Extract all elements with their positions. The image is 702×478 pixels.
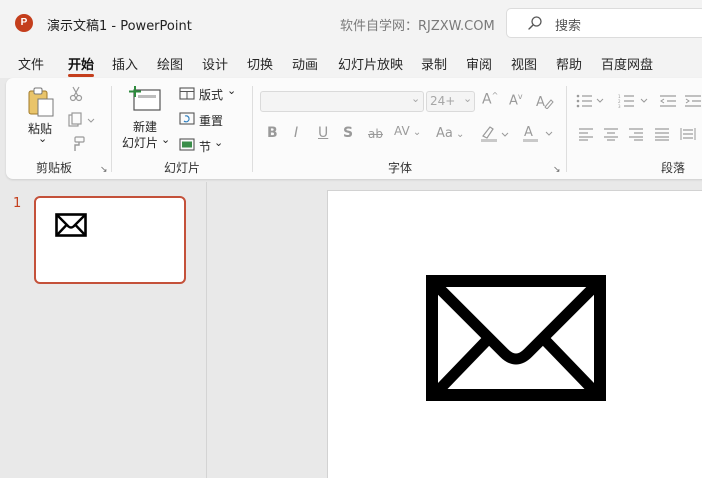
font-size-select[interactable]: 24+ ⌄: [426, 91, 475, 112]
align-right-icon[interactable]: [628, 127, 644, 141]
slide-thumbnail-pane: 1: [0, 182, 207, 478]
section-button[interactable]: 节: [199, 138, 211, 155]
tab-home[interactable]: 开始: [68, 54, 94, 73]
numbering-icon[interactable]: 1 2 3: [618, 94, 650, 108]
tab-insert[interactable]: 插入: [112, 54, 138, 73]
search-input[interactable]: 搜索: [506, 8, 702, 38]
search-placeholder: 搜索: [555, 19, 582, 34]
ribbon-tabs: 文件 开始 插入 绘图 设计 切换 动画 幻灯片放映 录制 审阅 视图 帮助 百…: [0, 47, 702, 78]
tab-help[interactable]: 帮助: [556, 54, 582, 73]
increase-font-size-icon[interactable]: A^: [482, 91, 498, 108]
svg-text:A: A: [536, 95, 545, 109]
tab-slideshow[interactable]: 幻灯片放映: [338, 54, 403, 73]
decrease-font-size-icon[interactable]: Av: [509, 92, 523, 108]
tab-record[interactable]: 录制: [421, 54, 447, 73]
font-launcher-icon[interactable]: ↘: [553, 165, 561, 175]
reset-icon: [179, 112, 195, 125]
powerpoint-logo-icon: P: [15, 14, 33, 32]
slide-number: 1: [13, 196, 22, 211]
font-name-dropdown-icon: ⌄: [411, 92, 421, 105]
section-dropdown-icon[interactable]: ⌄: [214, 136, 223, 149]
envelope-icon: [55, 213, 87, 237]
bold-icon[interactable]: B: [267, 125, 278, 141]
svg-text:A: A: [524, 125, 533, 140]
powerpoint-window: P 演示文稿1 - PowerPoint 软件自学网：RJZXW.COM 搜索 …: [0, 0, 702, 478]
align-left-icon[interactable]: [578, 127, 594, 141]
paste-dropdown-icon[interactable]: ⌄: [38, 132, 47, 145]
separator: [566, 86, 567, 172]
layout-dropdown-icon[interactable]: ⌄: [227, 84, 236, 97]
tab-animations[interactable]: 动画: [292, 54, 318, 73]
separator: [111, 86, 112, 172]
font-name-select[interactable]: ⌄: [260, 91, 424, 112]
new-slide-label: 幻灯片: [122, 136, 159, 150]
tab-file[interactable]: 文件: [18, 54, 44, 73]
tab-baidu-netdisk[interactable]: 百度网盘: [601, 54, 653, 73]
new-slide-dropdown-icon[interactable]: ⌄: [161, 133, 170, 146]
envelope-icon[interactable]: [426, 275, 606, 401]
justify-icon[interactable]: [654, 127, 670, 141]
tab-view[interactable]: 视图: [511, 54, 537, 73]
cut-icon[interactable]: [69, 86, 83, 102]
clipboard-launcher-icon[interactable]: ↘: [100, 165, 108, 175]
slide-thumbnail[interactable]: [34, 196, 186, 284]
slide-canvas[interactable]: [327, 190, 702, 478]
section-icon: [179, 138, 195, 151]
font-size-dropdown-icon: ⌄: [463, 92, 473, 105]
italic-icon[interactable]: I: [294, 125, 298, 141]
reset-button[interactable]: 重置: [199, 112, 223, 129]
font-group-label: 字体: [388, 161, 413, 175]
tab-draw[interactable]: 绘图: [157, 54, 183, 73]
align-center-icon[interactable]: [603, 127, 619, 141]
title-bar: P 演示文稿1 - PowerPoint 软件自学网：RJZXW.COM 搜索: [0, 0, 702, 47]
svg-text:3: 3: [618, 104, 621, 108]
layout-button[interactable]: 版式: [199, 86, 223, 103]
tab-design[interactable]: 设计: [202, 54, 228, 73]
tab-transitions[interactable]: 切换: [247, 54, 273, 73]
paste-icon[interactable]: [26, 86, 56, 118]
active-tab-indicator: [68, 74, 94, 77]
strikethrough-icon[interactable]: ab: [368, 127, 383, 141]
clear-formatting-icon[interactable]: A: [536, 93, 554, 109]
layout-icon: [179, 87, 195, 100]
bullets-icon[interactable]: [576, 94, 606, 108]
decrease-indent-icon[interactable]: [659, 94, 677, 108]
highlight-color-icon[interactable]: [480, 125, 512, 143]
watermark-text: 软件自学网：RJZXW.COM: [340, 19, 495, 34]
slides-group-label: 幻灯片: [164, 161, 201, 175]
underline-icon[interactable]: U: [318, 125, 328, 141]
ribbon-home: 粘贴 ⌄ 剪贴板 ↘ 新建 幻灯片 ⌄ 版式 ⌄ 重置 节 ⌄ 幻灯片 ⌄ 24…: [6, 78, 702, 179]
separator: [252, 86, 253, 172]
new-slide-icon[interactable]: [128, 86, 162, 114]
window-title: 演示文稿1 - PowerPoint: [47, 19, 192, 34]
font-color-icon[interactable]: A: [522, 124, 556, 143]
distributed-align-icon[interactable]: [680, 127, 696, 141]
character-spacing-icon[interactable]: AV ⌄: [394, 124, 421, 138]
clipboard-group-label: 剪贴板: [36, 161, 73, 175]
new-slide-button[interactable]: 新建: [133, 118, 157, 135]
increase-indent-icon[interactable]: [684, 94, 702, 108]
change-case-icon[interactable]: Aa ⌄: [436, 126, 464, 141]
search-icon: [528, 16, 542, 30]
text-shadow-icon[interactable]: S: [343, 125, 353, 141]
copy-icon[interactable]: [68, 112, 96, 128]
format-painter-icon[interactable]: [69, 136, 85, 152]
paragraph-group-label: 段落: [661, 161, 686, 175]
tab-review[interactable]: 审阅: [466, 54, 492, 73]
